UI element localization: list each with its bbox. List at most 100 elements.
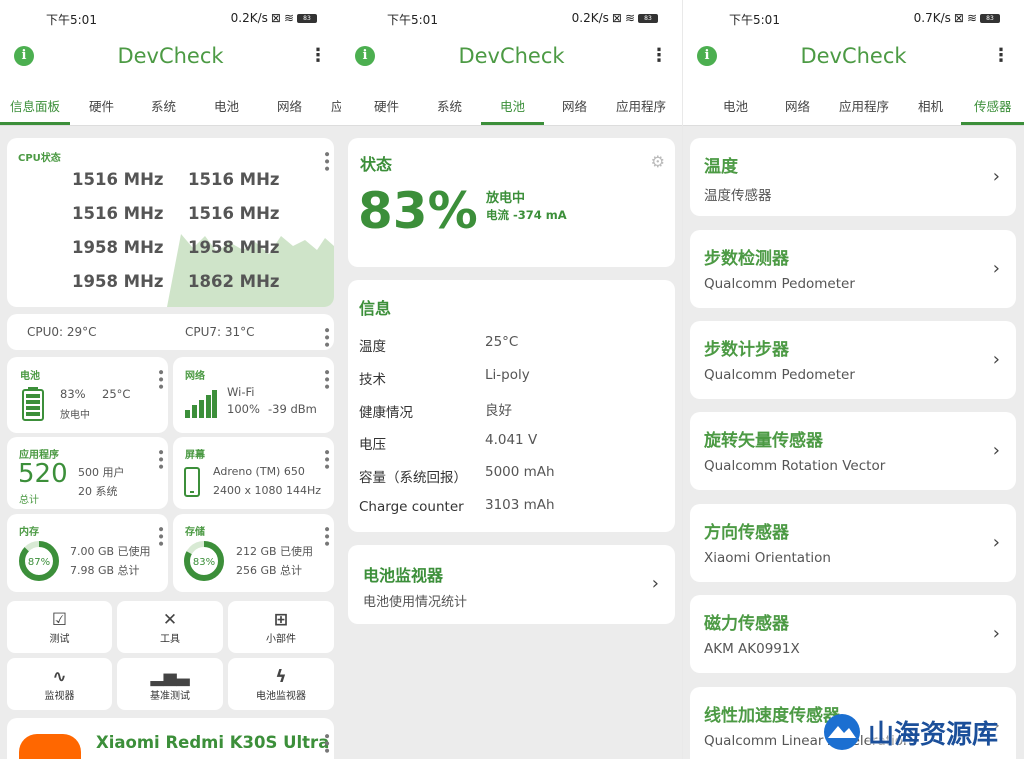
sensor-sub: Qualcomm Rotation Vector: [704, 458, 886, 474]
sensor-item[interactable]: 磁力传感器 AKM AK0991X ›: [690, 595, 1016, 673]
info-key-charge-counter: Charge counter: [359, 499, 464, 515]
apps-count: 520: [18, 459, 68, 489]
tab-sensors[interactable]: 传感器: [974, 96, 1012, 115]
gear-icon[interactable]: ⚙: [651, 152, 665, 171]
tab-camera[interactable]: 相机: [918, 96, 943, 115]
network-dbm: -39 dBm: [268, 402, 317, 416]
bolt-icon: ϟ: [275, 667, 287, 687]
battery-tile-menu-icon[interactable]: •••: [152, 368, 168, 390]
screen-tile[interactable]: 屏幕 ••• Adreno (TM) 650 2400 x 1080 144Hz: [173, 437, 334, 509]
status-bar: 下午5:01 0.2K/s ⊠ ≋ 83: [341, 0, 682, 36]
cpu-freq: 1958 MHz: [72, 238, 164, 257]
sim-icon: ⊠: [611, 11, 622, 25]
storage-tile[interactable]: 存储 ••• 83% 212 GB 已使用 256 GB 总计: [173, 514, 334, 592]
kebab-menu-icon[interactable]: ⋮: [309, 46, 327, 66]
sensor-sub: Xiaomi Orientation: [704, 550, 831, 566]
memory-tile[interactable]: 内存 ••• 87% 7.00 GB 已使用 7.98 GB 总计: [7, 514, 168, 592]
tool-monitor[interactable]: ∿ 监视器: [7, 658, 112, 710]
wifi-icon: ≋: [966, 11, 977, 25]
tool-label: 小部件: [266, 634, 296, 645]
storage-percent: 83%: [193, 557, 215, 568]
app-title: DevCheck: [458, 44, 565, 68]
temp-card-menu-icon[interactable]: •••: [318, 326, 334, 348]
tool-battery-monitor[interactable]: ϟ 电池监视器: [228, 658, 334, 710]
sensor-title: 线性加速度传感器: [704, 706, 840, 726]
sim-icon: ⊠: [270, 11, 281, 25]
cpu7-temp: CPU7: 31°C: [185, 325, 255, 339]
chevron-right-icon: ›: [992, 532, 1000, 553]
tab-dashboard[interactable]: 信息面板: [10, 96, 60, 115]
tab-network[interactable]: 网络: [785, 96, 810, 115]
tool-benchmark[interactable]: ▂▅▃ 基准测试: [117, 658, 223, 710]
app-title: DevCheck: [117, 44, 224, 68]
tab-system[interactable]: 系统: [437, 96, 462, 115]
memory-tile-menu-icon[interactable]: •••: [152, 525, 168, 547]
battery-tile[interactable]: 电池 ••• 83% 25°C 放电中: [7, 357, 168, 433]
tab-network[interactable]: 网络: [277, 96, 302, 115]
info-key-tech: 技术: [359, 372, 386, 388]
tool-tests[interactable]: ☑ 测试: [7, 601, 112, 653]
storage-tile-menu-icon[interactable]: •••: [318, 525, 334, 547]
tab-apps[interactable]: 应: [331, 96, 341, 115]
tab-system[interactable]: 系统: [151, 96, 176, 115]
cpu-temp-card[interactable]: CPU0: 29°C CPU7: 31°C •••: [7, 314, 334, 350]
battery-level-icon: [22, 387, 44, 421]
tab-hardware[interactable]: 硬件: [89, 96, 114, 115]
battery-icon: 83: [980, 13, 1000, 23]
network-tile-menu-icon[interactable]: •••: [318, 368, 334, 390]
kebab-menu-icon[interactable]: ⋮: [992, 46, 1010, 66]
cpu-freq: 1516 MHz: [72, 204, 164, 223]
tab-bar: 电池 网络 应用程序 相机 传感器: [683, 78, 1024, 126]
sensor-item[interactable]: 旋转矢量传感器 Qualcomm Rotation Vector ›: [690, 412, 1016, 490]
device-card-menu-icon[interactable]: •••: [318, 732, 334, 754]
apps-tile[interactable]: 应用程序 ••• 520 总计 500 用户 20 系统: [7, 437, 168, 509]
tab-apps[interactable]: 应用程序: [616, 96, 666, 115]
cpu-freq: 1862 MHz: [188, 272, 280, 291]
info-key-health: 健康情况: [359, 405, 413, 421]
memory-used: 7.00 GB 已使用: [70, 545, 151, 558]
tab-hardware[interactable]: 硬件: [374, 96, 399, 115]
tool-widgets[interactable]: ⊞ 小部件: [228, 601, 334, 653]
info-val-health: 良好: [485, 403, 512, 419]
tool-tools[interactable]: ✕ 工具: [117, 601, 223, 653]
screen-tile-menu-icon[interactable]: •••: [318, 448, 334, 470]
mi-logo: [19, 734, 81, 759]
apps-tile-menu-icon[interactable]: •••: [152, 448, 168, 470]
tab-bar: 硬件 系统 电池 网络 应用程序: [341, 78, 682, 126]
network-speed: 0.7K/s: [913, 11, 951, 25]
sensor-item[interactable]: 温度 温度传感器 ›: [690, 138, 1016, 216]
chevron-right-icon: ›: [651, 573, 659, 594]
storage-ring: 83%: [184, 541, 224, 581]
chevron-right-icon: ›: [992, 623, 1000, 644]
dashboard-panel: 下午5:01 0.2K/s ⊠ ≋ 83 i DevCheck ⋮ 信息面板 硬…: [0, 0, 341, 759]
tools-icon: ✕: [162, 610, 178, 630]
info-val-tech: Li-poly: [485, 367, 530, 383]
tab-bar: 信息面板 硬件 系统 电池 网络 应: [0, 78, 341, 126]
battery-panel: 下午5:01 0.2K/s ⊠ ≋ 83 i DevCheck ⋮ 硬件 系统 …: [341, 0, 682, 759]
sensor-sub: 温度传感器: [704, 188, 772, 204]
battery-icon: 83: [297, 13, 317, 23]
kebab-menu-icon[interactable]: ⋮: [650, 46, 668, 66]
tab-battery[interactable]: 电池: [214, 96, 239, 115]
device-card[interactable]: Xiaomi Redmi K30S Ultra •••: [7, 718, 334, 759]
tab-network[interactable]: 网络: [562, 96, 587, 115]
network-speed: 0.2K/s: [571, 11, 609, 25]
watermark-logo: [824, 714, 860, 750]
sensor-item[interactable]: 方向传感器 Xiaomi Orientation ›: [690, 504, 1016, 582]
bar-chart-icon: ▂▅▃: [150, 667, 190, 687]
sensor-item[interactable]: 步数检测器 Qualcomm Pedometer ›: [690, 230, 1016, 308]
storage-tile-title: 存储: [185, 527, 205, 538]
battery-monitor-card[interactable]: 电池监视器 电池使用情况统计 ›: [348, 545, 675, 624]
app-bar: i DevCheck ⋮: [683, 36, 1024, 78]
tab-apps[interactable]: 应用程序: [839, 96, 889, 115]
network-tile[interactable]: 网络 ••• Wi-Fi 100% -39 dBm: [173, 357, 334, 433]
battery-state-card[interactable]: 状态 ⚙ 83% 放电中 电流 -374 mA: [348, 138, 675, 267]
cpu-status-card[interactable]: CPU状态 ••• 1516 MHz 1516 MHz 1516 MHz 151…: [7, 138, 334, 307]
cpu-card-menu-icon[interactable]: •••: [318, 150, 334, 172]
tab-battery[interactable]: 电池: [723, 96, 748, 115]
storage-total: 256 GB 总计: [236, 564, 303, 577]
tab-battery[interactable]: 电池: [500, 96, 525, 115]
battery-current: 电流 -374 mA: [486, 208, 567, 222]
memory-tile-title: 内存: [19, 527, 39, 538]
sensor-item[interactable]: 步数计步器 Qualcomm Pedometer ›: [690, 321, 1016, 399]
